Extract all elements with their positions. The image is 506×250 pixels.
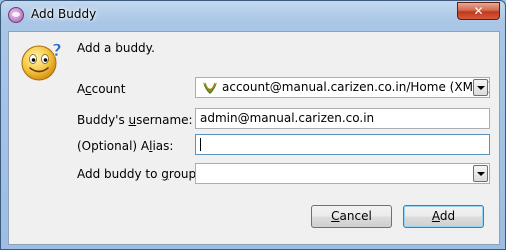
account-value: account@manual.carizen.co.in/Home (XMPP) bbox=[222, 80, 490, 94]
username-label: Buddy's username: bbox=[77, 113, 193, 127]
chevron-down-icon[interactable] bbox=[473, 165, 488, 182]
group-label: Add buddy to group: bbox=[77, 167, 201, 181]
alias-label: (Optional) Alias: bbox=[77, 139, 174, 153]
username-value: admin@manual.carizen.co.in bbox=[200, 111, 375, 125]
window-title: Add Buddy bbox=[31, 7, 97, 21]
dialog-heading: Add a buddy. bbox=[77, 41, 155, 55]
svg-text:?: ? bbox=[52, 41, 62, 61]
add-buddy-window: Add Buddy ✕ ? Add a buddy. Account accou… bbox=[0, 0, 506, 250]
text-caret bbox=[200, 138, 201, 151]
close-button[interactable]: ✕ bbox=[457, 2, 500, 20]
pidgin-icon[interactable] bbox=[8, 7, 24, 23]
account-dropdown[interactable]: account@manual.carizen.co.in/Home (XMPP) bbox=[195, 77, 490, 98]
dialog-body: ? Add a buddy. Account account@manual.ca… bbox=[8, 31, 500, 245]
cancel-button[interactable]: Cancel bbox=[311, 205, 392, 228]
add-button[interactable]: Add bbox=[403, 205, 484, 228]
xmpp-icon bbox=[203, 82, 217, 94]
alias-input[interactable] bbox=[195, 134, 490, 155]
group-combobox[interactable] bbox=[195, 163, 490, 184]
chevron-down-icon[interactable] bbox=[473, 79, 488, 96]
title-bar[interactable]: Add Buddy ✕ bbox=[1, 1, 505, 29]
account-label: Account bbox=[77, 82, 126, 96]
smiley-question-icon: ? bbox=[21, 41, 62, 81]
username-input[interactable]: admin@manual.carizen.co.in bbox=[195, 108, 490, 129]
close-icon: ✕ bbox=[473, 4, 484, 18]
